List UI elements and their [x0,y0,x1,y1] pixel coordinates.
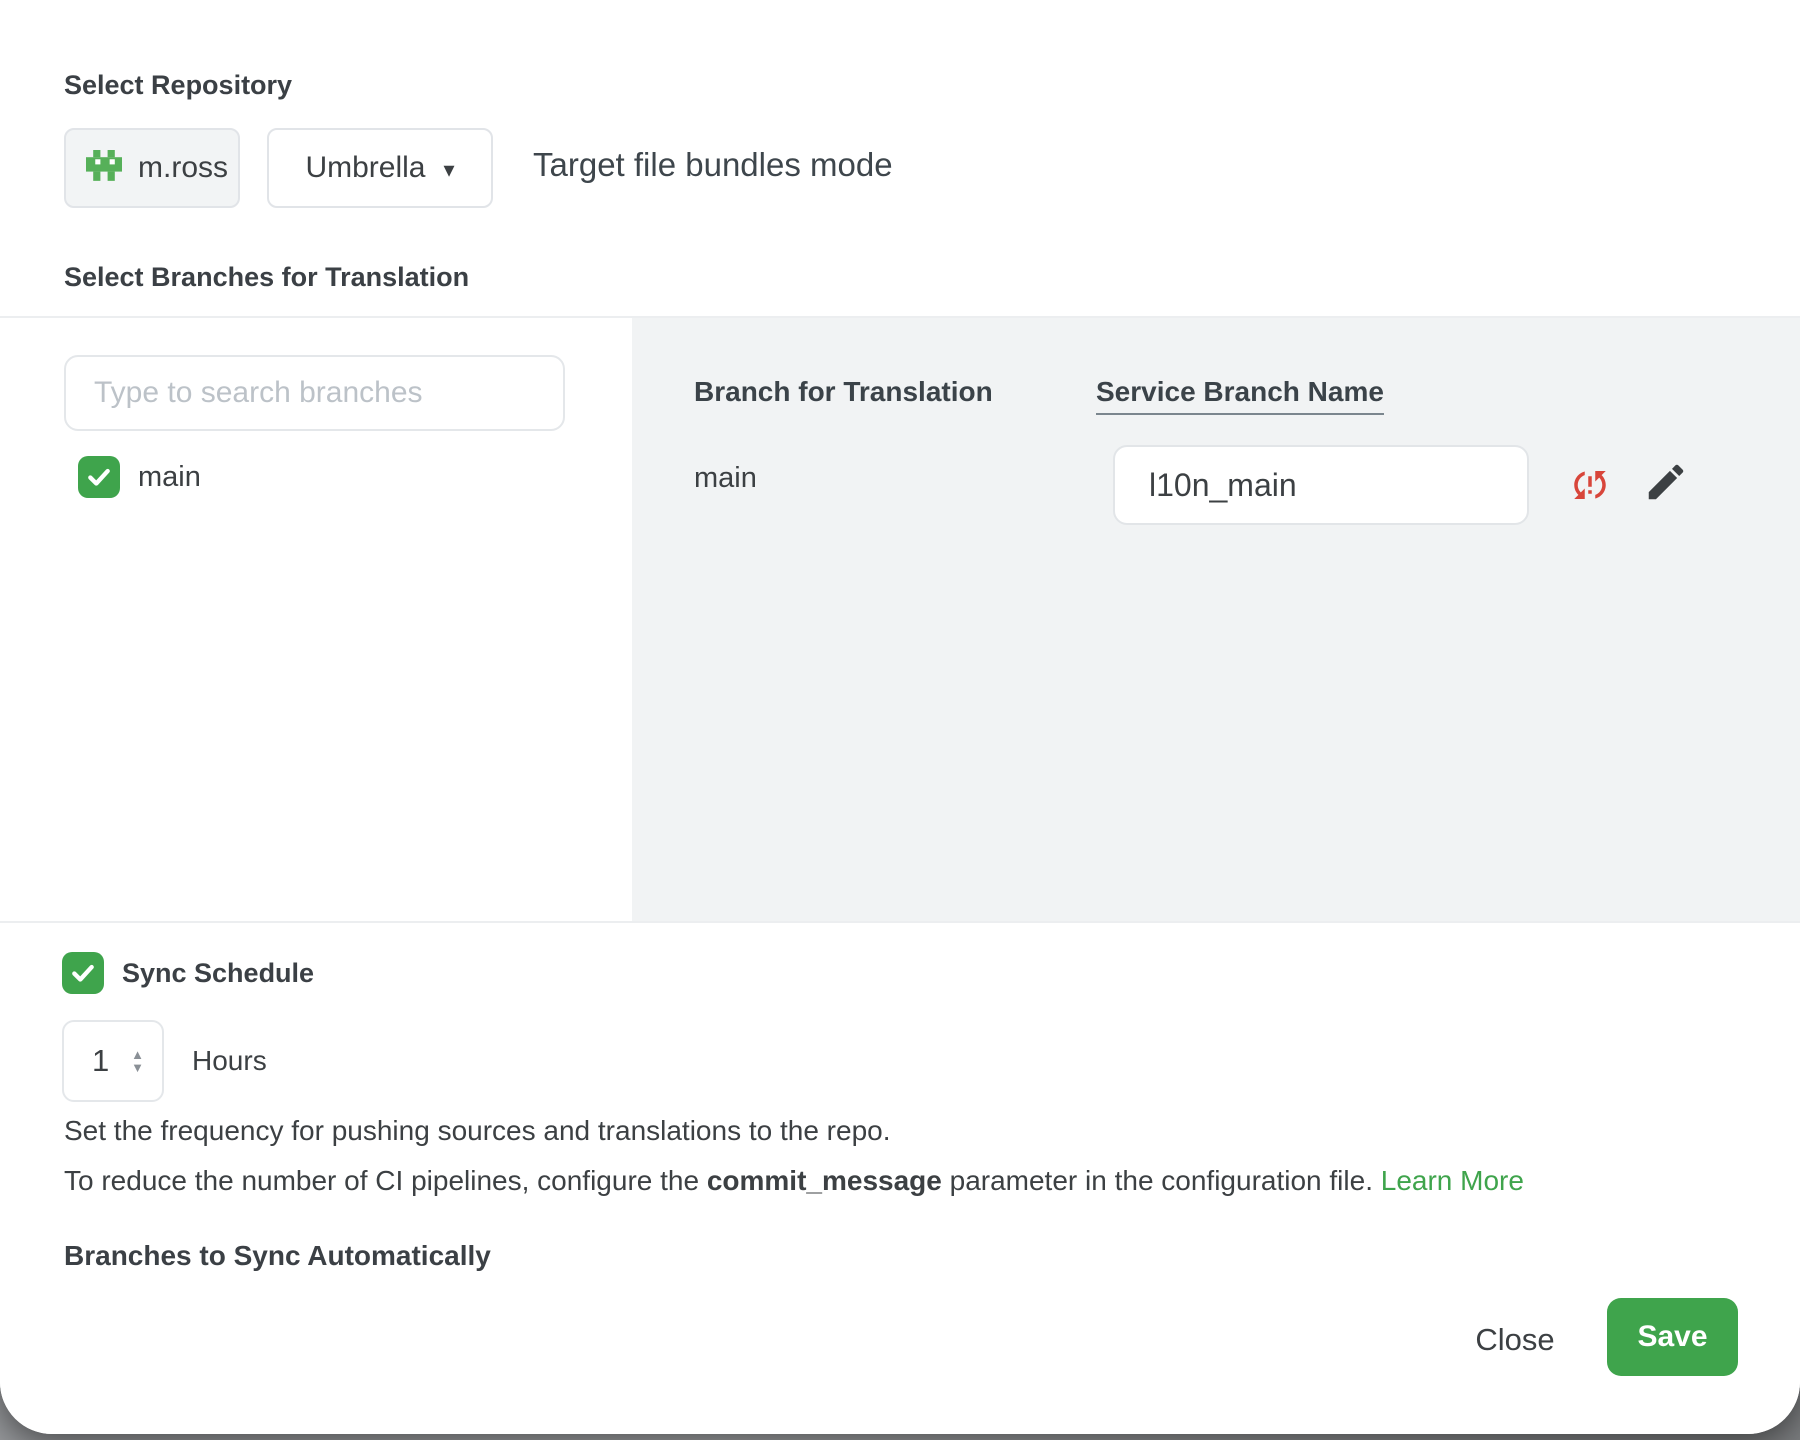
up-down-arrows-icon[interactable]: ▲▼ [131,1049,144,1073]
repository-settings-dialog: Select Repository m.ross Umbrella ▾ Targ… [0,0,1800,1434]
sync-schedule-section: Sync Schedule 1 ▲▼ Hours Set the frequen… [0,923,1800,1434]
select-repository-title: Select Repository [64,70,292,101]
select-repository-section: Select Repository m.ross Umbrella ▾ Targ… [0,0,1800,318]
branch-list-item-main: main [78,456,201,498]
frequency-hint-text: Set the frequency for pushing sources an… [64,1115,891,1147]
repo-owner-button[interactable]: m.ross [64,128,240,208]
repo-dropdown-value: Umbrella [305,151,425,185]
hours-stepper[interactable]: 1 ▲▼ [62,1020,164,1102]
repo-owner-label: m.ross [138,151,228,185]
checkmark-icon [86,464,112,490]
branch-checkbox-label: main [138,461,201,494]
hours-label: Hours [192,1045,267,1077]
identicon-avatar [86,150,122,186]
target-mode-text: Target file bundles mode [533,146,893,184]
sync-problem-icon[interactable] [1569,464,1611,506]
learn-more-link[interactable]: Learn More [1381,1165,1524,1196]
branches-auto-sync-title: Branches to Sync Automatically [64,1239,491,1272]
column-header-branch: Branch for Translation [694,376,993,408]
service-branch-name-input[interactable] [1113,445,1529,525]
sync-schedule-row: Sync Schedule [62,952,314,994]
sync-schedule-label: Sync Schedule [122,958,314,989]
close-button[interactable]: Close [1452,1313,1578,1367]
pencil-icon[interactable] [1643,459,1689,505]
hours-stepper-value: 1 [92,1043,109,1079]
repo-select-dropdown[interactable]: Umbrella ▾ [267,128,493,208]
sync-schedule-checkbox[interactable] [62,952,104,994]
ci-hint-text: To reduce the number of CI pipelines, co… [64,1165,1524,1197]
branches-split-panel: main Branch for Translation Service Bran… [0,318,1800,923]
chevron-down-icon: ▾ [443,159,454,181]
column-header-service-branch[interactable]: Service Branch Name [1096,376,1384,415]
commit-message-param: commit_message [707,1165,942,1196]
branch-search-input[interactable] [64,355,565,431]
ci-hint-prefix: To reduce the number of CI pipelines, co… [64,1165,707,1196]
save-button[interactable]: Save [1607,1298,1738,1376]
table-row-branch-name: main [694,462,757,495]
branch-checkbox[interactable] [78,456,120,498]
ci-hint-suffix: parameter in the configuration file. [942,1165,1381,1196]
checkmark-icon [70,960,96,986]
select-branches-title: Select Branches for Translation [64,262,469,293]
